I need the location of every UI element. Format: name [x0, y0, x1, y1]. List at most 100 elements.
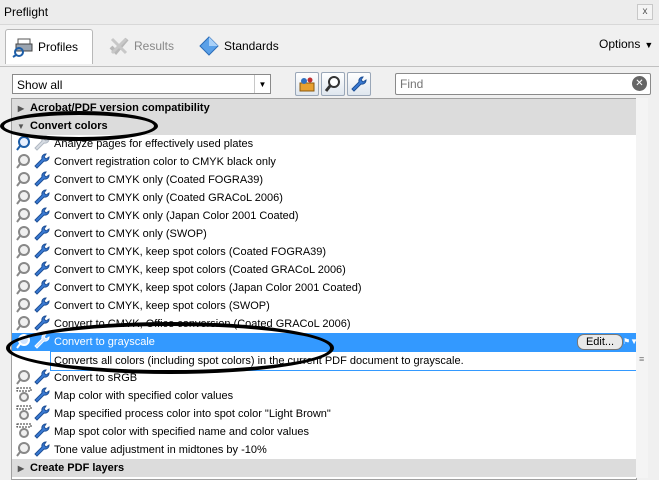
wrench-icon — [32, 333, 50, 352]
analyze-icon — [16, 225, 32, 244]
analyze-filter-button[interactable] — [321, 72, 345, 96]
list-item-label: Convert to CMYK, keep spot colors (Coate… — [54, 246, 327, 258]
wrench-icon — [32, 315, 50, 334]
profile-type-icons — [16, 315, 52, 334]
list-item[interactable]: Convert to sRGB — [12, 369, 636, 387]
flag-menu-icon[interactable]: ⚑▼ — [623, 334, 636, 348]
profile-type-icons — [16, 333, 52, 352]
wrench-icon — [32, 171, 50, 190]
list-item[interactable]: Map specified process color into spot co… — [12, 405, 636, 423]
category-label: Create PDF layers — [30, 462, 125, 474]
list-item-label: Map spot color with specified name and c… — [54, 426, 309, 438]
profiles-icon — [12, 36, 34, 58]
tab-profiles-label: Profiles — [38, 40, 79, 54]
wrench-icon — [32, 369, 50, 388]
profile-type-icons — [16, 423, 52, 442]
list-item-label: Map color with specified color values — [54, 390, 234, 402]
profile-type-icons — [16, 225, 52, 244]
options-label: Options — [599, 37, 641, 51]
tab-results[interactable]: Results — [102, 29, 174, 63]
selected-list-item[interactable]: Convert to grayscale — [12, 333, 636, 351]
list-item-label: Analyze pages for effectively used plate… — [54, 138, 254, 150]
options-menu[interactable]: Options ▼ — [599, 37, 653, 51]
category-create-pdf-layers[interactable]: ▶ Create PDF layers — [12, 459, 636, 477]
profile-description: Converts all colors (including spot colo… — [50, 351, 636, 371]
profile-type-icons — [16, 441, 52, 460]
list-item[interactable]: Convert to CMYK, keep spot colors (Coate… — [12, 261, 636, 279]
clear-search-icon[interactable]: ✕ — [632, 76, 647, 91]
analyze-icon — [16, 297, 32, 316]
window-titlebar: Preflight x — [0, 0, 659, 25]
profile-type-icons — [16, 279, 52, 298]
profile-type-icons — [16, 243, 52, 262]
list-item-label: Tone value adjustment in midtones by -10… — [54, 444, 267, 456]
profile-type-icons — [16, 153, 52, 172]
tab-standards[interactable]: Standards — [192, 29, 279, 63]
results-icon — [108, 35, 130, 57]
list-item-label: Convert to CMYK only (Coated FOGRA39) — [54, 174, 264, 186]
list-item[interactable]: Convert to CMYK only (Japan Color 2001 C… — [12, 207, 636, 225]
list-item[interactable]: Map spot color with specified name and c… — [12, 423, 636, 441]
wrench-icon — [32, 423, 50, 442]
profile-list[interactable]: ▶ Acrobat/PDF version compatibility ▼ Co… — [11, 98, 637, 480]
profile-type-icons — [16, 405, 52, 424]
wrench-filter-button[interactable] — [347, 72, 371, 96]
wrench-icon — [32, 207, 50, 226]
standards-icon — [198, 35, 220, 57]
list-item[interactable]: Convert to CMYK, Office conversion (Coat… — [12, 315, 636, 333]
tab-standards-label: Standards — [224, 39, 279, 53]
list-item-label: Convert to CMYK only (Japan Color 2001 C… — [54, 210, 299, 222]
list-item-label: Convert to CMYK, keep spot colors (Japan… — [54, 282, 362, 294]
wrench-icon — [32, 279, 50, 298]
category-convert-colors[interactable]: ▼ Convert colors — [12, 117, 636, 135]
list-item[interactable]: Convert to CMYK, keep spot colors (Coate… — [12, 243, 636, 261]
dotted-analyze-icon — [16, 405, 32, 424]
close-button[interactable]: x — [637, 4, 653, 20]
scroll-grip-icon[interactable]: ≡ — [639, 354, 644, 364]
analyze-icon — [16, 171, 32, 190]
magnifier-icon — [324, 76, 340, 92]
analyze-icon — [16, 441, 32, 460]
list-item[interactable]: Convert to CMYK, keep spot colors (SWOP) — [12, 297, 636, 315]
window-title: Preflight — [4, 5, 49, 19]
profile-type-icons — [16, 189, 52, 208]
wrench-icon — [32, 387, 50, 406]
expand-arrow-icon[interactable]: ▶ — [12, 104, 30, 113]
wrench-icon — [32, 405, 50, 424]
scrollbar[interactable]: ≡ — [636, 98, 648, 478]
analyze-icon — [16, 333, 32, 352]
collapse-arrow-icon[interactable]: ▼ — [12, 122, 30, 131]
list-item[interactable]: Tone value adjustment in midtones by -10… — [12, 441, 636, 459]
dotted-analyze-icon — [16, 387, 32, 406]
profile-type-icons — [16, 171, 52, 190]
chevron-down-icon: ▼ — [644, 40, 654, 50]
list-item[interactable]: Convert to CMYK only (Coated GRACoL 2006… — [12, 189, 636, 207]
dotted-analyze-icon — [16, 423, 32, 442]
wrench-icon — [32, 153, 50, 172]
list-item-label: Map specified process color into spot co… — [54, 408, 331, 420]
fix-filter-button[interactable] — [295, 72, 319, 96]
list-item-label: Convert to CMYK, keep spot colors (Coate… — [54, 264, 346, 276]
wrench-icon — [32, 225, 50, 244]
profile-type-icons — [16, 207, 52, 226]
find-input[interactable] — [398, 75, 626, 93]
analyze-icon — [16, 243, 32, 262]
edit-button[interactable]: Edit... — [577, 334, 623, 350]
tab-profiles[interactable]: Profiles — [5, 29, 93, 64]
profile-type-icons — [16, 387, 52, 406]
list-item[interactable]: Map color with specified color values — [12, 387, 636, 405]
list-item-label: Convert to CMYK only (SWOP) — [54, 228, 207, 240]
filter-select[interactable]: Show all ▼ — [12, 74, 271, 94]
list-item[interactable]: Convert registration color to CMYK black… — [12, 153, 636, 171]
expand-arrow-icon[interactable]: ▶ — [12, 464, 30, 473]
find-box: ✕ — [395, 73, 651, 95]
flask-icon — [299, 77, 315, 92]
category-acrobat-pdf[interactable]: ▶ Acrobat/PDF version compatibility — [12, 99, 636, 117]
chevron-down-icon[interactable]: ▼ — [254, 75, 270, 93]
toolbar: Show all ▼ ✕ — [0, 66, 659, 99]
list-item[interactable]: Convert to CMYK only (SWOP) — [12, 225, 636, 243]
list-item[interactable]: Convert to CMYK, keep spot colors (Japan… — [12, 279, 636, 297]
list-item[interactable]: Convert to CMYK only (Coated FOGRA39) — [12, 171, 636, 189]
category-label: Convert colors — [30, 120, 108, 132]
list-item[interactable]: Analyze pages for effectively used plate… — [12, 135, 636, 153]
